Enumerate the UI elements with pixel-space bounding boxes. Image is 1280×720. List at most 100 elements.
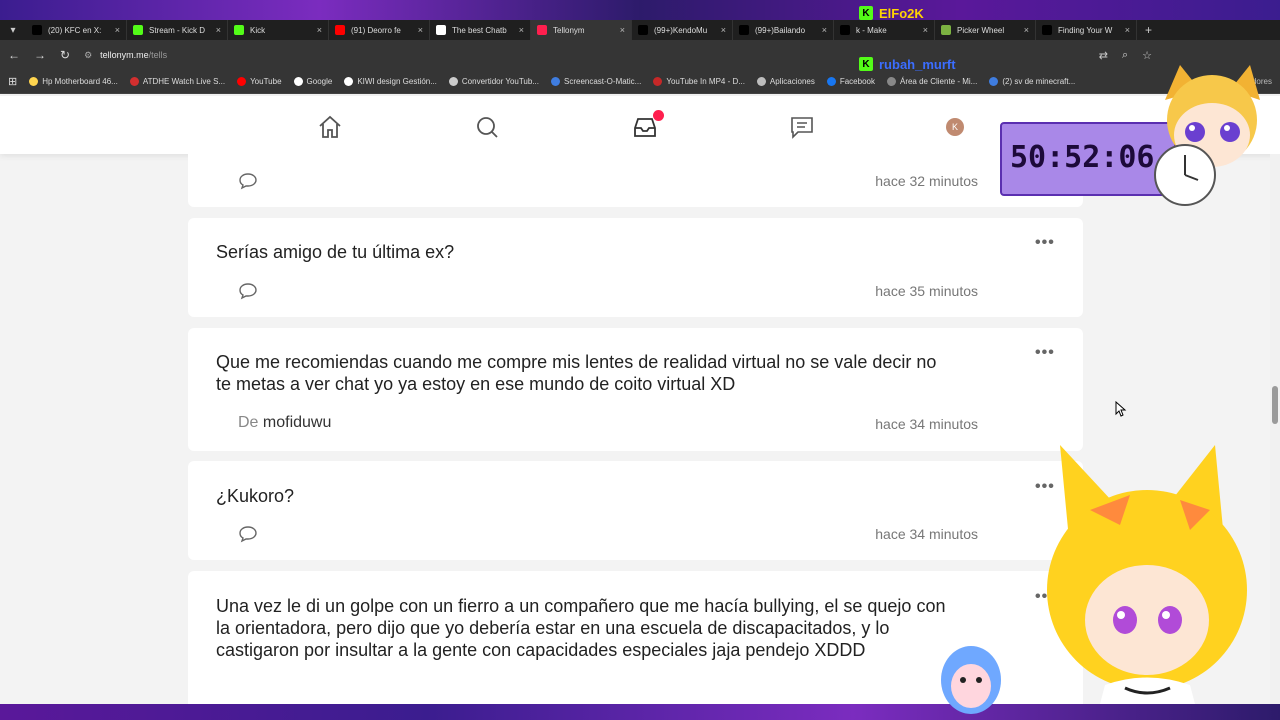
tab-label: (91) Deorro fe	[351, 25, 401, 35]
tab-label: (99+)Bailando	[755, 25, 806, 35]
bookmark-favicon-icon	[756, 77, 766, 86]
bookmark-item[interactable]: Aplicaciones	[756, 77, 815, 86]
tab-label: Tellonym	[553, 25, 585, 35]
vtuber-avatar-small	[1154, 65, 1260, 206]
close-icon[interactable]: ×	[519, 25, 524, 35]
new-tab-button[interactable]: +	[1137, 23, 1160, 37]
bookmark-item[interactable]: ATDHE Watch Live S...	[129, 77, 226, 86]
close-icon[interactable]: ×	[721, 25, 726, 35]
tell-question: Serías amigo de tu última ex?	[216, 242, 455, 262]
tab-label: The best Chatb	[452, 25, 507, 35]
tell-card: Serías amigo de tu última ex? ••• hace 3…	[188, 218, 1083, 317]
sender-username[interactable]: mofiduwu	[263, 414, 331, 431]
diamond-icon	[436, 25, 446, 35]
bookmark-label: Convertidor YouTub...	[461, 77, 539, 86]
close-icon[interactable]: ×	[1024, 25, 1029, 35]
more-options-button[interactable]: •••	[1035, 344, 1055, 362]
search-icon[interactable]	[474, 114, 500, 140]
browser-tab[interactable]: Kick ×	[228, 20, 329, 40]
avatar: K	[946, 118, 964, 136]
close-icon[interactable]: ×	[115, 25, 120, 35]
bookmark-item[interactable]: Convertidor YouTub...	[448, 77, 539, 86]
close-icon[interactable]: ×	[418, 25, 423, 35]
tell-time: hace 32 minutos	[875, 173, 978, 189]
bookmark-label: KIWI design Gestión...	[357, 77, 437, 86]
tellonym-icon	[537, 25, 547, 35]
bookmark-label: Hp Motherboard 46...	[42, 77, 118, 86]
browser-tab[interactable]: Finding Your W ×	[1036, 20, 1137, 40]
comment-icon[interactable]	[238, 172, 258, 190]
browser-tab[interactable]: (20) KFC en X: ×	[26, 20, 127, 40]
profile-avatar[interactable]: K	[942, 114, 968, 140]
bookmark-item[interactable]: YouTube	[237, 77, 282, 86]
back-icon[interactable]: ←	[8, 48, 20, 62]
bookmark-favicon-icon	[29, 77, 39, 86]
zoom-icon[interactable]: ⌕	[1122, 49, 1128, 62]
page-scrollbar[interactable]	[1270, 154, 1280, 704]
inbox-icon[interactable]	[632, 110, 664, 140]
tell-time: hace 34 minutos	[875, 416, 978, 432]
bookmark-label: Google	[306, 77, 333, 86]
stream-overlay-top-border	[0, 0, 1280, 20]
comment-icon[interactable]	[238, 282, 258, 300]
forward-icon[interactable]: →	[34, 48, 46, 62]
bookmark-label: YouTube	[250, 77, 282, 86]
tab-label: (99+)KendoMu	[654, 25, 708, 35]
kick-logo-icon: K	[859, 6, 873, 20]
kick-logo-icon: K	[859, 57, 873, 71]
browser-tab[interactable]: Stream - Kick D ×	[127, 20, 228, 40]
bookmark-label: ATDHE Watch Live S...	[142, 77, 226, 86]
browser-tab[interactable]: (99+)Bailando ×	[733, 20, 834, 40]
tab-label: (20) KFC en X:	[48, 25, 102, 35]
chat-icon[interactable]	[789, 114, 815, 140]
url-field[interactable]: ⚙ tellonym.me/tells	[84, 50, 167, 61]
browser-tab[interactable]: (91) Deorro fe ×	[329, 20, 430, 40]
more-options-button[interactable]: •••	[1035, 234, 1055, 252]
scrollbar-thumb[interactable]	[1272, 386, 1278, 424]
tell-time: hace 35 minutos	[875, 283, 978, 299]
bookmark-item[interactable]: Hp Motherboard 46...	[29, 77, 118, 86]
bookmark-favicon-icon	[293, 77, 303, 86]
kick-icon	[133, 25, 143, 35]
tell-card: Que me recomiendas cuando me compre mis …	[188, 328, 1083, 451]
bookmark-label: Aplicaciones	[769, 77, 815, 86]
bookmark-label: (2) sv de minecraft...	[1002, 77, 1076, 86]
tell-card: hace 32 minutos	[188, 154, 1083, 207]
kick-icon	[234, 25, 244, 35]
reload-icon[interactable]: ↻	[60, 48, 70, 62]
tiktok-icon	[739, 25, 749, 35]
tell-question: ¿Kukoro?	[216, 486, 295, 506]
streamer-name-1: ElFo2K	[879, 5, 924, 21]
bookmark-favicon-icon	[344, 77, 354, 86]
tab-search-button[interactable]: ▾	[0, 20, 26, 40]
bookmark-item[interactable]: Google	[293, 77, 333, 86]
close-icon[interactable]: ×	[1125, 25, 1130, 35]
translate-icon[interactable]: ⇄	[1099, 49, 1108, 62]
bookmark-item[interactable]: KIWI design Gestión...	[344, 77, 437, 86]
bookmark-favicon-icon	[129, 77, 139, 86]
bookmark-label: Screencast-O-Matic...	[564, 77, 642, 86]
comment-icon[interactable]	[238, 525, 258, 543]
close-icon[interactable]: ×	[317, 25, 322, 35]
browser-tab[interactable]: The best Chatb ×	[430, 20, 531, 40]
bookmarks-bar: ⊞ Hp Motherboard 46... ATDHE Watch Live S…	[0, 70, 1280, 94]
browser-tab[interactable]: (99+)KendoMu ×	[632, 20, 733, 40]
apps-grid-icon[interactable]: ⊞	[8, 75, 17, 88]
tab-bar: ▾ (20) KFC en X: × Stream - Kick D × Kick × (9…	[0, 20, 1280, 40]
timer-value: 50:52:06	[1010, 140, 1155, 175]
site-info-icon[interactable]: ⚙	[84, 50, 92, 61]
bookmark-favicon-icon	[237, 77, 247, 86]
vtuber-avatar-large	[1047, 445, 1247, 704]
home-icon[interactable]	[317, 114, 343, 140]
close-icon[interactable]: ×	[822, 25, 827, 35]
bookmark-item[interactable]: Screencast-O-Matic...	[551, 77, 641, 86]
stream-names-overlay: K ElFo2K K rubah_murft	[855, 0, 975, 100]
browser-tab[interactable]: Tellonym ×	[531, 20, 632, 40]
close-icon[interactable]: ×	[216, 25, 221, 35]
streamer-name-2: rubah_murft	[879, 56, 956, 72]
tell-time: hace 34 minutos	[875, 526, 978, 542]
close-icon[interactable]: ×	[620, 25, 625, 35]
blue-mascot-sticker	[941, 646, 1001, 714]
bookmark-item[interactable]: (2) sv de minecraft...	[989, 77, 1075, 86]
bookmark-item[interactable]: YouTube In MP4 - D...	[653, 77, 745, 86]
